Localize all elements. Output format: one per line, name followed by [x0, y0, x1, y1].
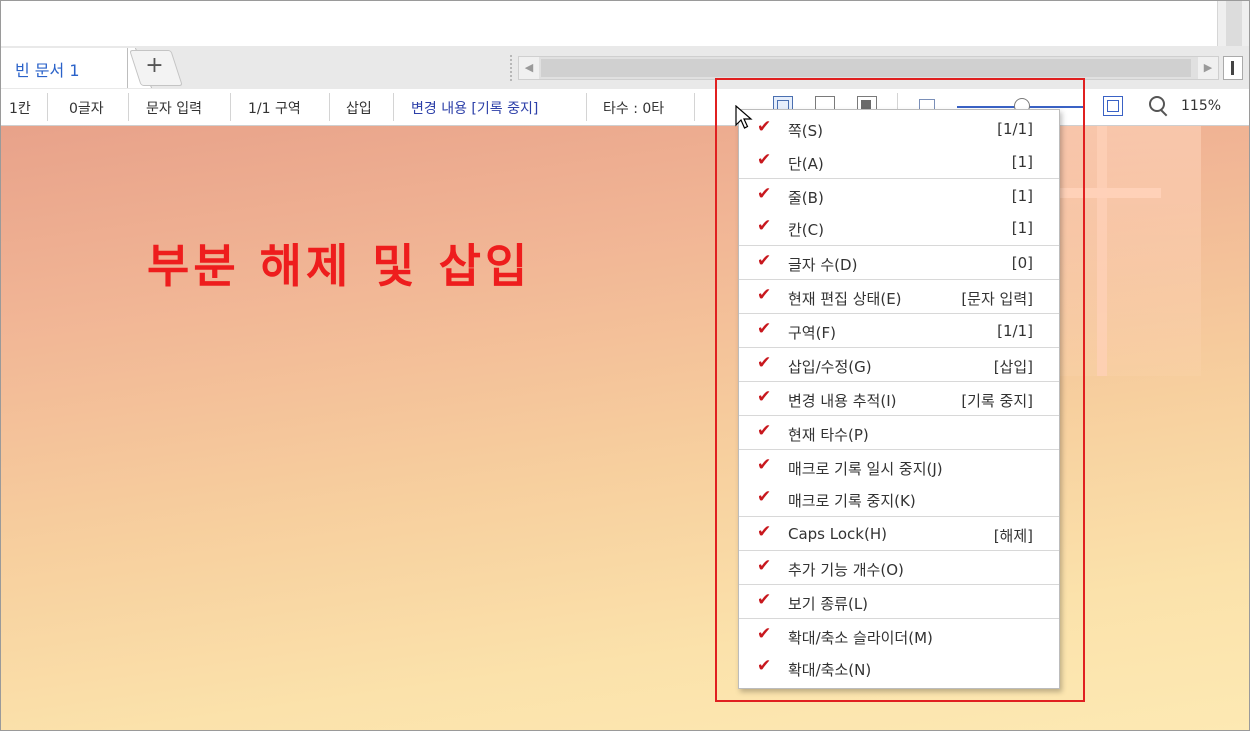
- horizontal-scroll-thumb[interactable]: [541, 59, 1191, 77]
- check-icon: ✔: [757, 216, 772, 236]
- scroll-right-icon[interactable]: ▶: [1198, 57, 1218, 79]
- status-divider: [47, 93, 48, 121]
- menu-item-label: 보기 종류(L): [788, 595, 869, 613]
- menu-item-track-changes[interactable]: ✔ 변경 내용 추적(I) [기록 중지]: [739, 381, 1059, 415]
- mouse-cursor-icon: [735, 105, 753, 129]
- status-divider: [586, 93, 587, 121]
- menu-item-label: 추가 기능 개수(O): [788, 561, 904, 579]
- check-icon: ✔: [757, 353, 772, 373]
- magnifier-icon[interactable]: [1149, 96, 1169, 116]
- check-icon: ✔: [757, 487, 772, 507]
- status-bar-context-menu: ✔ 쪽(S) [1/1] ✔ 단(A) [1] ✔ 줄(B) [1] ✔ 칸(C…: [738, 109, 1060, 689]
- menu-item-label: 쪽(S): [788, 122, 824, 140]
- status-section[interactable]: 1/1 구역: [248, 98, 301, 118]
- menu-item-value: [0]: [1011, 254, 1033, 272]
- status-divider: [128, 93, 129, 121]
- scroll-left-icon[interactable]: ◀: [519, 57, 539, 79]
- split-view-button[interactable]: [1223, 56, 1243, 80]
- menu-item-cell[interactable]: ✔ 칸(C) [1]: [739, 211, 1059, 244]
- menu-item-label: 단(A): [788, 155, 824, 173]
- menu-item-typing-speed[interactable]: ✔ 현재 타수(P): [739, 415, 1059, 449]
- status-typing-speed[interactable]: 타수 : 0타: [603, 98, 664, 118]
- menu-item-view-type[interactable]: ✔ 보기 종류(L): [739, 584, 1059, 618]
- menu-item-label: 매크로 기록 중지(K): [788, 492, 916, 510]
- menu-item-value: [삽입]: [993, 358, 1033, 376]
- light-window-bar: [1097, 126, 1107, 376]
- menu-item-label: 삽입/수정(G): [788, 358, 872, 376]
- menu-item-zoom-slider[interactable]: ✔ 확대/축소 슬라이더(M): [739, 618, 1059, 652]
- status-column[interactable]: 1칸: [9, 98, 31, 118]
- menu-item-value: [1]: [1011, 219, 1033, 237]
- zoom-level[interactable]: 115%: [1181, 98, 1221, 114]
- menu-item-addon-count[interactable]: ✔ 추가 기능 개수(O): [739, 550, 1059, 584]
- menu-item-section[interactable]: ✔ 구역(F) [1/1]: [739, 313, 1059, 347]
- check-icon: ✔: [757, 522, 772, 542]
- check-icon: ✔: [757, 117, 772, 137]
- page-title: 부분 해제 및 삽입: [147, 239, 532, 293]
- status-divider: [230, 93, 231, 121]
- status-insert-mode[interactable]: 삽입: [346, 98, 372, 118]
- menu-item-caps-lock[interactable]: ✔ Caps Lock(H) [해제]: [739, 516, 1059, 550]
- app-window: 빈 문서 1 + ◀ ▶ 1칸 0글자 문자 입력 1/1 구역 삽입 변경 내…: [0, 0, 1250, 731]
- menu-item-label: 글자 수(D): [788, 256, 858, 274]
- check-icon: ✔: [757, 319, 772, 339]
- menu-item-label: 매크로 기록 일시 중지(J): [788, 460, 943, 478]
- check-icon: ✔: [757, 590, 772, 610]
- status-edit-state[interactable]: 문자 입력: [146, 98, 202, 118]
- check-icon: ✔: [757, 150, 772, 170]
- check-icon: ✔: [757, 656, 772, 676]
- menu-item-label: 줄(B): [788, 189, 824, 207]
- tab-label: 빈 문서 1: [15, 61, 80, 80]
- check-icon: ✔: [757, 624, 772, 644]
- check-icon: ✔: [757, 421, 772, 441]
- menu-item-label: 구역(F): [788, 324, 836, 342]
- tab-document-1[interactable]: 빈 문서 1: [1, 48, 128, 88]
- menu-item-insert-mode[interactable]: ✔ 삽입/수정(G) [삽입]: [739, 347, 1059, 381]
- vertical-scroll-track[interactable]: [1226, 1, 1242, 46]
- horizontal-scrollbar[interactable]: ◀ ▶: [518, 56, 1219, 80]
- menu-item-value: [문자 입력]: [961, 290, 1033, 308]
- menu-item-line[interactable]: ✔ 줄(B) [1]: [739, 178, 1059, 212]
- plus-icon: +: [145, 53, 164, 78]
- status-divider: [393, 93, 394, 121]
- splitter-handle[interactable]: [508, 54, 514, 82]
- menu-item-value: [1/1]: [997, 322, 1033, 340]
- menu-item-value: [1]: [1011, 153, 1033, 171]
- status-char-count[interactable]: 0글자: [69, 98, 104, 118]
- menu-item-value: [기록 중지]: [961, 392, 1033, 410]
- zoom-fit-icon[interactable]: [1103, 96, 1123, 116]
- menu-item-zoom[interactable]: ✔ 확대/축소(N): [739, 651, 1059, 684]
- menu-item-macro-pause[interactable]: ✔ 매크로 기록 일시 중지(J): [739, 449, 1059, 483]
- status-divider: [694, 93, 695, 121]
- check-icon: ✔: [757, 184, 772, 204]
- menu-item-edit-state[interactable]: ✔ 현재 편집 상태(E) [문자 입력]: [739, 279, 1059, 313]
- menu-item-value: [해제]: [993, 527, 1033, 545]
- check-icon: ✔: [757, 556, 772, 576]
- check-icon: ✔: [757, 455, 772, 475]
- menu-item-char-count[interactable]: ✔ 글자 수(D) [0]: [739, 245, 1059, 279]
- menu-item-value: [1/1]: [997, 120, 1033, 138]
- menu-item-column[interactable]: ✔ 단(A) [1]: [739, 145, 1059, 178]
- check-icon: ✔: [757, 285, 772, 305]
- check-icon: ✔: [757, 387, 772, 407]
- menu-item-label: 변경 내용 추적(I): [788, 392, 897, 410]
- menu-item-label: 현재 편집 상태(E): [788, 290, 902, 308]
- check-icon: ✔: [757, 251, 772, 271]
- vertical-scrollbar[interactable]: [1217, 1, 1249, 46]
- status-divider: [329, 93, 330, 121]
- menu-item-label: Caps Lock(H): [788, 525, 887, 543]
- menu-item-value: [1]: [1011, 187, 1033, 205]
- document-area-top[interactable]: [1, 1, 1217, 47]
- menu-item-page[interactable]: ✔ 쪽(S) [1/1]: [739, 112, 1059, 145]
- menu-item-macro-stop[interactable]: ✔ 매크로 기록 중지(K): [739, 482, 1059, 515]
- status-track-changes[interactable]: 변경 내용 [기록 중지]: [411, 98, 538, 118]
- menu-item-label: 칸(C): [788, 221, 824, 239]
- menu-item-label: 확대/축소(N): [788, 661, 872, 679]
- menu-item-label: 현재 타수(P): [788, 426, 869, 444]
- menu-item-label: 확대/축소 슬라이더(M): [788, 629, 933, 647]
